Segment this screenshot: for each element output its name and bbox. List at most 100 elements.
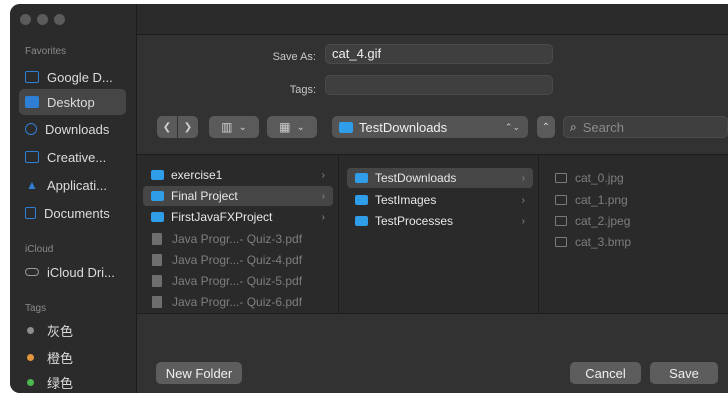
new-folder-button[interactable]: New Folder	[156, 362, 242, 384]
search-input[interactable]: ⌕ Search	[563, 116, 728, 138]
chevron-right-icon: ›	[521, 215, 525, 227]
item-label: cat_1.png	[575, 193, 628, 207]
item-label: cat_3.bmp	[575, 235, 632, 249]
folder-icon	[151, 170, 164, 180]
image-file-icon	[555, 237, 567, 247]
pdf-icon	[152, 275, 162, 287]
folder-icon	[151, 212, 164, 222]
list-item: Java Progr...- Quiz-6.pdf	[143, 292, 333, 312]
sidebar-item-label: Google D...	[47, 69, 113, 85]
list-item[interactable]: exercise1 ›	[143, 165, 333, 185]
sidebar-tag-gray[interactable]: 灰色	[19, 317, 126, 343]
pdf-icon	[152, 233, 162, 245]
sidebar-item-label: iCloud Dri...	[47, 264, 115, 280]
close-window-button[interactable]	[20, 14, 31, 25]
save-as-label: Save As:	[272, 51, 316, 63]
list-item[interactable]: FirstJavaFXProject ›	[143, 207, 333, 227]
view-mode-button[interactable]: ▥ ⌄	[209, 116, 259, 138]
location-popup[interactable]: TestDownloads ⌃⌄	[332, 116, 528, 138]
sidebar-item-label: Applicati...	[47, 177, 107, 193]
favorites-heading: Favorites	[25, 46, 67, 57]
sidebar-item-label: Creative...	[47, 149, 107, 165]
back-button[interactable]: ❮	[157, 116, 177, 138]
search-placeholder: Search	[582, 119, 624, 135]
sidebar-item-applications[interactable]: ▲ Applicati...	[19, 172, 126, 198]
cloud-icon	[25, 268, 39, 276]
item-label: TestProcesses	[375, 214, 454, 228]
cancel-button[interactable]: Cancel	[570, 362, 641, 384]
list-item: cat_2.jpeg	[547, 211, 717, 231]
item-label: Java Progr...- Quiz-5.pdf	[172, 274, 303, 288]
sidebar-item-creative[interactable]: Creative...	[19, 144, 126, 170]
columns-view-icon: ▥	[221, 120, 233, 134]
list-item: Java Progr...- Quiz-4.pdf	[143, 250, 333, 270]
tag-dot-icon	[27, 326, 34, 334]
sidebar-tag-orange[interactable]: 橙色	[19, 344, 126, 370]
sidebar-item-google-drive[interactable]: Google D...	[19, 64, 126, 90]
browser-column-2: TestDownloads › TestImages › TestProcess…	[339, 155, 539, 313]
group-button[interactable]: ▦ ⌄	[267, 116, 317, 138]
tag-dot-icon	[27, 353, 34, 361]
sidebar-item-label: 橙色	[47, 350, 74, 366]
sidebar-item-label: Downloads	[45, 121, 110, 137]
pdf-icon	[152, 254, 162, 266]
icloud-heading: iCloud	[25, 244, 54, 255]
document-icon	[25, 207, 36, 219]
folder-icon	[339, 121, 353, 133]
minimize-window-button[interactable]	[37, 14, 48, 25]
list-item: cat_1.png	[547, 190, 717, 210]
list-item[interactable]: Final Project ›	[143, 186, 333, 206]
sidebar-item-label: 灰色	[47, 323, 74, 339]
desktop-icon	[25, 96, 39, 108]
chevron-down-icon: ⌄	[296, 121, 305, 133]
zoom-window-button[interactable]	[54, 14, 65, 25]
list-item[interactable]: TestDownloads ›	[347, 168, 533, 188]
list-item: cat_3.bmp	[547, 232, 717, 252]
title-bar	[137, 4, 728, 35]
stepper-icon: ⌃⌄	[504, 121, 520, 132]
item-label: TestImages	[375, 193, 437, 207]
applications-icon: ▲	[26, 178, 38, 192]
item-label: Final Project	[171, 189, 238, 203]
sidebar-item-label: 绿色	[47, 375, 74, 391]
list-item[interactable]: TestProcesses ›	[347, 211, 533, 231]
item-label: FirstJavaFXProject	[171, 210, 273, 224]
item-label: Java Progr...- Quiz-3.pdf	[172, 232, 303, 246]
sidebar-item-desktop[interactable]: Desktop	[19, 89, 126, 115]
tag-dot-icon	[27, 378, 34, 386]
sidebar-item-label: Documents	[44, 205, 110, 221]
tags-input[interactable]	[325, 75, 553, 95]
item-label: TestDownloads	[375, 171, 457, 185]
search-icon: ⌕	[570, 119, 577, 134]
browser-column-1: exercise1 › Final Project › FirstJavaFXP…	[137, 155, 339, 313]
chevron-right-icon: ›	[321, 211, 325, 223]
downloads-icon	[25, 123, 37, 135]
image-file-icon	[555, 195, 567, 205]
save-as-input[interactable]: cat_4.gif	[325, 44, 553, 64]
sidebar-item-downloads[interactable]: Downloads	[19, 116, 126, 142]
sidebar-tag-green[interactable]: 绿色	[19, 369, 126, 393]
folder-icon	[355, 216, 368, 226]
folder-icon	[355, 195, 368, 205]
window-controls	[20, 14, 65, 25]
list-item: Java Progr...- Quiz-3.pdf	[143, 229, 333, 249]
item-label: cat_2.jpeg	[575, 214, 631, 228]
item-label: cat_0.jpg	[575, 171, 624, 185]
sidebar-item-label: Desktop	[47, 94, 95, 110]
pdf-icon	[152, 296, 162, 308]
save-button[interactable]: Save	[650, 362, 718, 384]
sidebar-item-documents[interactable]: Documents	[19, 200, 126, 226]
chevron-right-icon: ›	[521, 172, 525, 184]
expand-button[interactable]: ⌃	[537, 116, 555, 138]
browser-column-3: cat_0.jpg cat_1.png cat_2.jpeg cat_3.bmp	[539, 155, 728, 313]
chevron-right-icon: ›	[521, 194, 525, 206]
item-label: Java Progr...- Quiz-6.pdf	[172, 295, 303, 309]
grid-icon: ▦	[279, 120, 291, 134]
sidebar-item-icloud-drive[interactable]: iCloud Dri...	[19, 259, 126, 285]
list-item[interactable]: TestImages ›	[347, 190, 533, 210]
save-dialog: Favorites Google D... Desktop Downloads …	[10, 4, 728, 393]
folder-icon	[355, 173, 368, 183]
tags-heading: Tags	[25, 303, 47, 314]
chevron-up-icon: ⌃	[541, 121, 551, 133]
forward-button[interactable]: ❯	[178, 116, 198, 138]
